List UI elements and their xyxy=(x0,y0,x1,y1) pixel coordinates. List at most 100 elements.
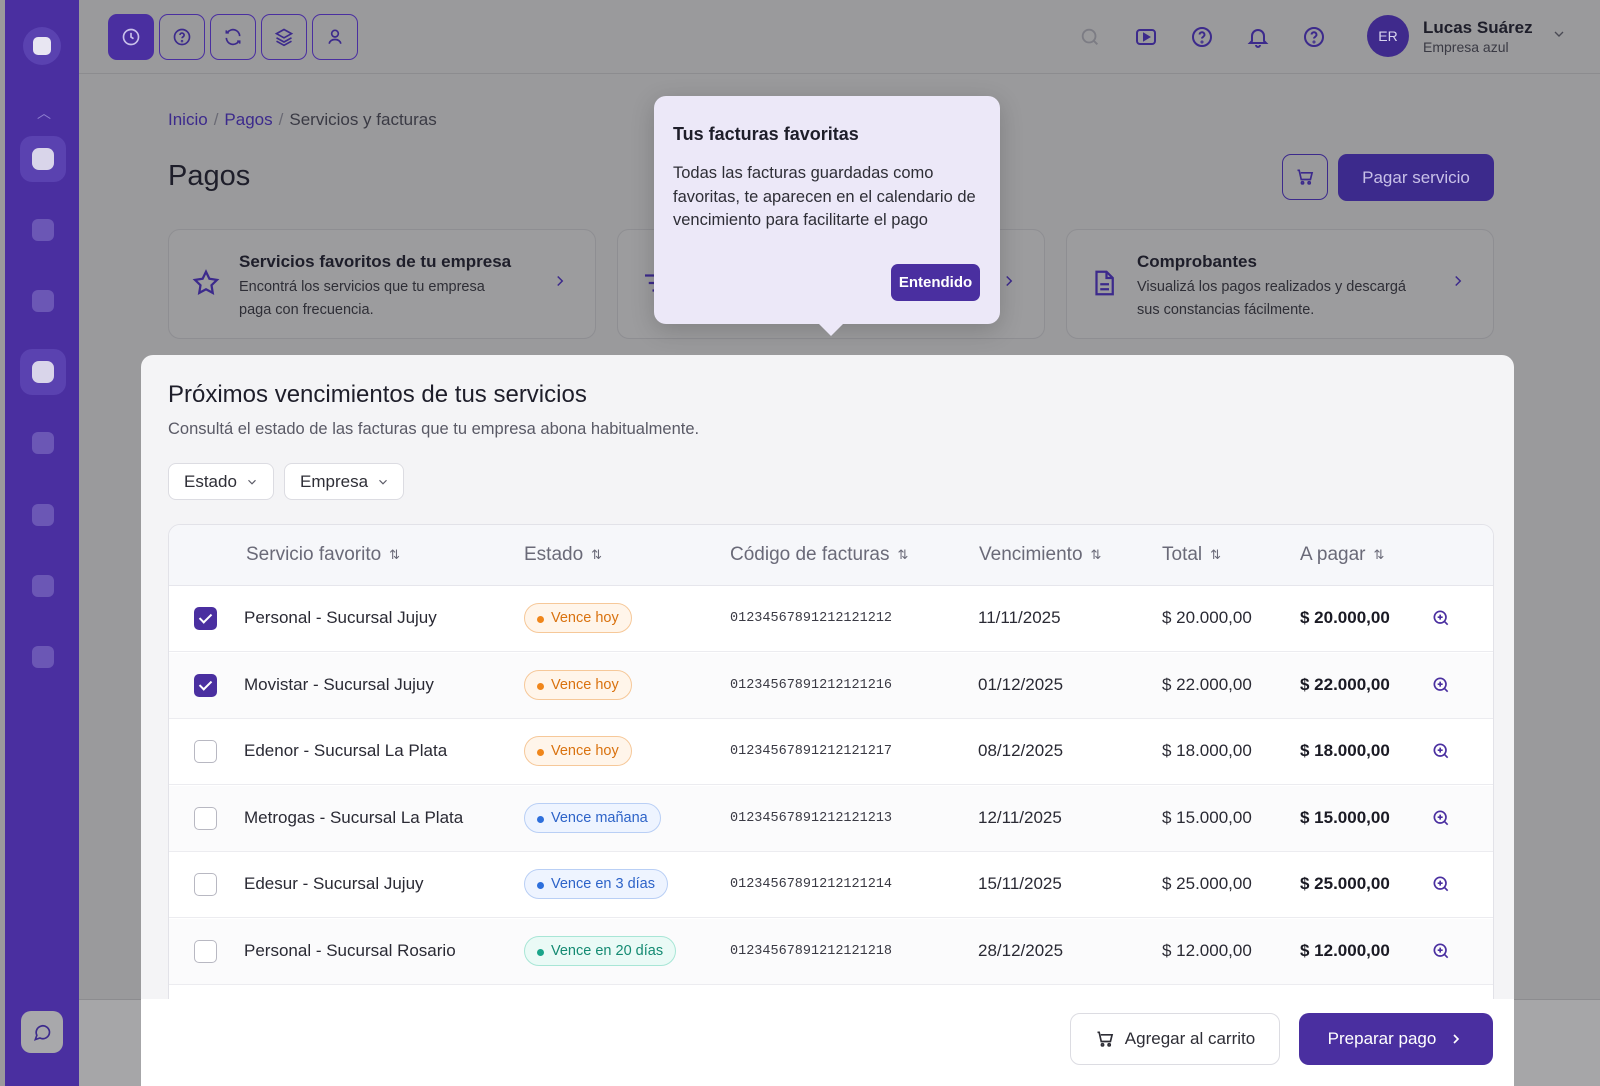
total-amount: $ 25.000,00 xyxy=(1162,874,1252,893)
video-play-icon xyxy=(1136,29,1156,45)
help-circle-icon xyxy=(173,28,191,46)
service-name: Metrogas - Sucursal La Plata xyxy=(244,807,464,827)
zoom-in-icon[interactable] xyxy=(1431,874,1451,899)
column-header-service[interactable]: Servicio favorito ⇅ xyxy=(246,544,400,566)
column-header-code[interactable]: Código de facturas ⇅ xyxy=(730,544,908,566)
video-button[interactable] xyxy=(1133,24,1159,50)
notifications-button[interactable] xyxy=(1245,24,1271,50)
sidebar-item-5[interactable] xyxy=(32,432,54,454)
help-top-button[interactable] xyxy=(1189,24,1215,50)
chevron-right-icon xyxy=(1000,272,1018,295)
chevron-down-icon xyxy=(248,479,256,485)
receipts-card[interactable]: Comprobantes Visualizá los pagos realiza… xyxy=(1066,229,1494,339)
sort-icon: ⇅ xyxy=(1090,547,1102,562)
sort-icon: ⇅ xyxy=(1210,547,1222,562)
avatar-initials: ER xyxy=(1378,28,1398,44)
column-header-total[interactable]: Total ⇅ xyxy=(1162,544,1221,566)
table-row[interactable]: Personal - Sucursal Rosario Vence en 20 d… xyxy=(169,918,1493,985)
layers-button[interactable] xyxy=(261,14,307,60)
refresh-button[interactable] xyxy=(210,14,256,60)
sidebar-collapse-chevron-icon[interactable]: ︿ xyxy=(37,103,51,123)
user-button[interactable] xyxy=(312,14,358,60)
table-row[interactable]: Personal - Sucursal Jujuy Vence hoy 012345… xyxy=(169,586,1493,652)
table-row[interactable]: Edesur - Sucursal Jujuy Vence en 3 días 01… xyxy=(169,852,1493,918)
status-badge: Vence mañana xyxy=(524,802,661,833)
row-checkbox[interactable] xyxy=(194,873,217,896)
service-name: Personal - Sucursal Jujuy xyxy=(244,608,437,627)
search-icon xyxy=(1081,28,1098,45)
upcoming-due-panel: Próximos vencimientos de tus servicios C… xyxy=(141,355,1514,1086)
invoice-code: 01234567891212121212 xyxy=(730,611,893,626)
amount-to-pay: $ 22.000,00 xyxy=(1300,674,1390,694)
zoom-in-icon[interactable] xyxy=(1431,808,1451,833)
column-header-due[interactable]: Vencimiento ⇅ xyxy=(979,544,1101,566)
service-name: Edesur - Sucursal Jujuy xyxy=(244,874,424,893)
pay-service-button[interactable]: Pagar servicio xyxy=(1338,154,1494,201)
avatar[interactable]: ER xyxy=(1367,15,1409,57)
sidebar-item-2[interactable] xyxy=(32,219,54,241)
row-checkbox[interactable] xyxy=(194,740,217,763)
user-menu-chevron-down-icon[interactable] xyxy=(1551,26,1567,47)
cart-button[interactable] xyxy=(1282,154,1328,200)
amount-to-pay: $ 12.000,00 xyxy=(1300,940,1390,960)
table-row[interactable]: Edenor - Sucursal La Plata Vence hoy 01234… xyxy=(169,719,1493,785)
sidebar-item-8[interactable] xyxy=(32,646,54,668)
breadcrumb-home[interactable]: Inicio xyxy=(168,110,208,129)
chat-button[interactable] xyxy=(21,1011,63,1053)
total-amount: $ 18.000,00 xyxy=(1162,741,1252,760)
help-secondary-button[interactable] xyxy=(1301,24,1327,50)
zoom-in-icon[interactable] xyxy=(1431,608,1451,633)
sort-icon: ⇅ xyxy=(389,547,401,562)
filter-status-dropdown[interactable]: Estado xyxy=(168,463,274,500)
zoom-in-icon[interactable] xyxy=(1431,675,1451,700)
add-to-cart-button[interactable]: Agregar al carrito xyxy=(1070,1013,1280,1065)
row-checkbox[interactable] xyxy=(194,607,217,630)
card-description: Visualizá los pagos realizados y descarg… xyxy=(1137,279,1406,318)
sort-icon: ⇅ xyxy=(1373,547,1385,562)
understood-button[interactable]: Entendido xyxy=(891,264,980,301)
total-amount: $ 12.000,00 xyxy=(1162,940,1252,960)
invoice-code: 01234567891212121218 xyxy=(730,943,893,959)
column-header-to-pay[interactable]: A pagar ⇅ xyxy=(1300,544,1384,566)
filter-company-dropdown[interactable]: Empresa xyxy=(284,463,404,500)
help-circle-icon xyxy=(1192,27,1212,47)
table-row[interactable]: Metrogas - Sucursal La Plata Vence mañana… xyxy=(169,785,1493,852)
sidebar-item-4[interactable] xyxy=(20,349,66,395)
amount-to-pay: $ 25.000,00 xyxy=(1300,874,1390,893)
amount-to-pay: $ 20.000,00 xyxy=(1300,608,1390,627)
table-row[interactable]: Movistar - Sucursal Jujuy Vence hoy 012345… xyxy=(169,652,1493,719)
sidebar-item-6[interactable] xyxy=(32,504,54,526)
row-checkbox[interactable] xyxy=(194,673,217,697)
total-amount: $ 22.000,00 xyxy=(1162,674,1252,694)
due-date: 12/11/2025 xyxy=(978,807,1062,827)
search-button[interactable] xyxy=(1077,24,1103,50)
status-badge: Vence hoy xyxy=(524,736,632,766)
breadcrumb-payments[interactable]: Pagos xyxy=(224,110,272,129)
clock-button[interactable] xyxy=(108,14,154,60)
user-icon xyxy=(328,29,342,44)
invoice-code: 01234567891212121217 xyxy=(730,744,893,759)
total-amount: $ 20.000,00 xyxy=(1162,608,1252,627)
filter-label: Empresa xyxy=(300,471,369,491)
user-company: Empresa azul xyxy=(1423,39,1509,55)
prepare-payment-button[interactable]: Preparar pago xyxy=(1299,1013,1493,1065)
column-header-status[interactable]: Estado ⇅ xyxy=(524,544,602,566)
favorites-card[interactable]: Servicios favoritos de tu empresa Encont… xyxy=(168,229,596,339)
sidebar-item-3[interactable] xyxy=(32,290,54,312)
zoom-in-icon[interactable] xyxy=(1431,741,1451,766)
service-name: Personal - Sucursal Rosario xyxy=(244,940,456,960)
sidebar-item-7[interactable] xyxy=(32,575,54,597)
row-checkbox[interactable] xyxy=(194,806,217,830)
app-logo[interactable] xyxy=(23,27,61,65)
zoom-in-icon[interactable] xyxy=(1431,941,1451,966)
chevron-right-icon xyxy=(1449,272,1467,295)
chat-icon xyxy=(33,1024,51,1041)
help-button[interactable] xyxy=(159,14,205,60)
chevron-right-icon xyxy=(1453,1034,1460,1044)
cart-icon xyxy=(1297,169,1314,185)
sort-icon: ⇅ xyxy=(897,547,909,562)
row-checkbox[interactable] xyxy=(194,939,217,963)
sidebar-item-1[interactable] xyxy=(20,136,66,182)
user-name: Lucas Suárez xyxy=(1423,18,1533,37)
invoice-code: 01234567891212121214 xyxy=(730,877,893,892)
